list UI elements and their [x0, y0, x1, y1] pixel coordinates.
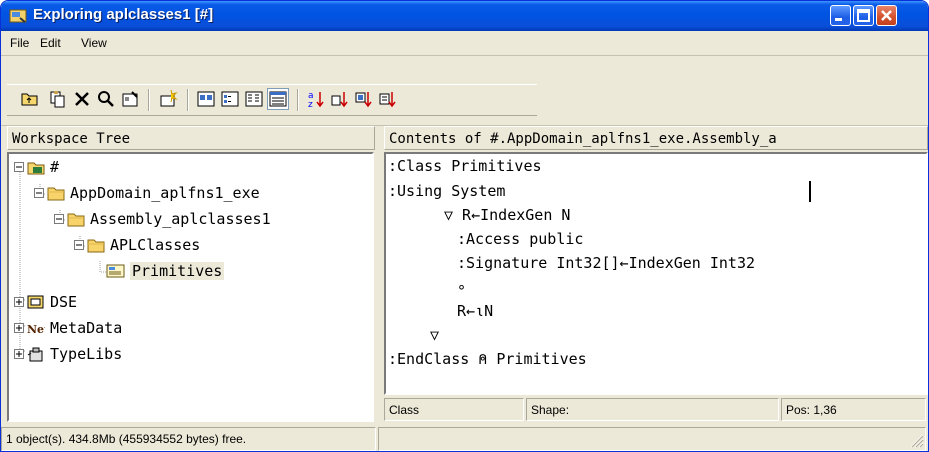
tree-item-label: Primitives [130, 262, 225, 280]
small-icons-icon[interactable] [219, 88, 241, 110]
workspace-tree[interactable]: # AppDomain_aplfns1_exe Assembly_aplclas… [7, 152, 374, 422]
status-pos: Pos: 1,36 [781, 398, 926, 421]
status-shape: Shape: [526, 398, 779, 421]
tree-item-label: MetaData [50, 319, 123, 337]
toolbar-separator [148, 89, 150, 111]
toolbar-separator [187, 89, 189, 111]
collapse-icon[interactable] [74, 240, 85, 251]
menu-view[interactable]: View [81, 36, 107, 50]
collapse-icon[interactable] [14, 162, 25, 173]
code-line: :Class Primitives [388, 157, 542, 175]
maximize-button[interactable] [853, 5, 874, 26]
collapse-icon[interactable] [34, 188, 45, 199]
menu-file[interactable]: File [10, 36, 29, 50]
details-view-icon[interactable] [267, 88, 289, 110]
menu-edit[interactable]: Edit [40, 36, 61, 50]
code-line: :Access public [457, 230, 584, 248]
code-line: :EndClass ⍝ Primitives [388, 350, 587, 368]
toolbar: az [1, 56, 928, 126]
tree-item-label: AppDomain_aplfns1_exe [70, 184, 260, 202]
toolbar-separator [297, 89, 299, 111]
code-editor[interactable]: :Class Primitives :Using System ▽ R←Inde… [384, 152, 928, 395]
sort-by-date-icon[interactable] [377, 88, 399, 110]
properties-icon[interactable] [119, 88, 141, 110]
sort-by-size-icon[interactable] [353, 88, 375, 110]
code-line: ▽ [430, 326, 440, 344]
window-title: Exploring aplclasses1 [#] [33, 6, 214, 23]
resize-grip-icon[interactable] [908, 432, 924, 448]
folder-icon [47, 187, 65, 201]
folder-icon [87, 239, 105, 253]
class-icon [106, 264, 125, 278]
code-line: :Signature Int32[]←IndexGen Int32 [457, 254, 756, 272]
status-free-memory: 1 object(s). 434.8Mb (455934552 bytes) f… [1, 427, 376, 451]
new-object-icon[interactable] [157, 88, 179, 110]
tree-item-label: TypeLibs [50, 345, 123, 363]
status-right-panel [378, 427, 926, 451]
folder-icon [67, 213, 85, 227]
tree-item-label: # [50, 158, 60, 176]
typelib-icon [27, 347, 43, 362]
contents-header: Contents of #.AppDomain_aplfns1_exe.Asse… [384, 126, 928, 150]
code-line: R←⍳N [457, 302, 494, 320]
minimize-button[interactable] [830, 5, 851, 26]
tree-item-label: APLClasses [110, 236, 201, 254]
list-view-icon[interactable] [243, 88, 265, 110]
tree-item-label: DSE [50, 293, 78, 311]
code-line: :Using System [388, 182, 506, 200]
title-bar[interactable]: Exploring aplclasses1 [#] [1, 1, 928, 31]
explorer-window: Exploring aplclasses1 [#] File Edit View [0, 0, 929, 452]
close-button[interactable] [876, 5, 897, 26]
sort-by-name-icon[interactable]: az [305, 88, 327, 110]
svg-text:z: z [308, 100, 313, 110]
copy-icon[interactable] [47, 88, 69, 110]
expand-icon[interactable] [14, 349, 25, 360]
status-class: Class [384, 398, 524, 421]
explorer-icon [9, 8, 27, 24]
tree-item-label: Assembly_aplclasses1 [90, 210, 271, 228]
collapse-icon[interactable] [54, 214, 65, 225]
net-icon: Net [27, 323, 45, 336]
svg-text:Net: Net [27, 323, 45, 336]
menu-bar: File Edit View [1, 31, 928, 56]
expand-icon[interactable] [14, 323, 25, 334]
up-folder-icon[interactable] [19, 88, 41, 110]
workspace-icon [27, 162, 45, 175]
expand-icon[interactable] [14, 297, 25, 308]
delete-icon[interactable] [71, 88, 93, 110]
find-icon[interactable] [95, 88, 117, 110]
workspace-tree-header: Workspace Tree [7, 126, 375, 150]
code-line: ▽ R←IndexGen N [444, 206, 571, 224]
code-line: ∘ [457, 278, 467, 296]
toolbar-band: az [7, 84, 537, 116]
session-icon [27, 295, 44, 309]
large-icons-icon[interactable] [195, 88, 217, 110]
text-cursor [809, 181, 811, 202]
sort-by-type-icon[interactable] [329, 88, 351, 110]
